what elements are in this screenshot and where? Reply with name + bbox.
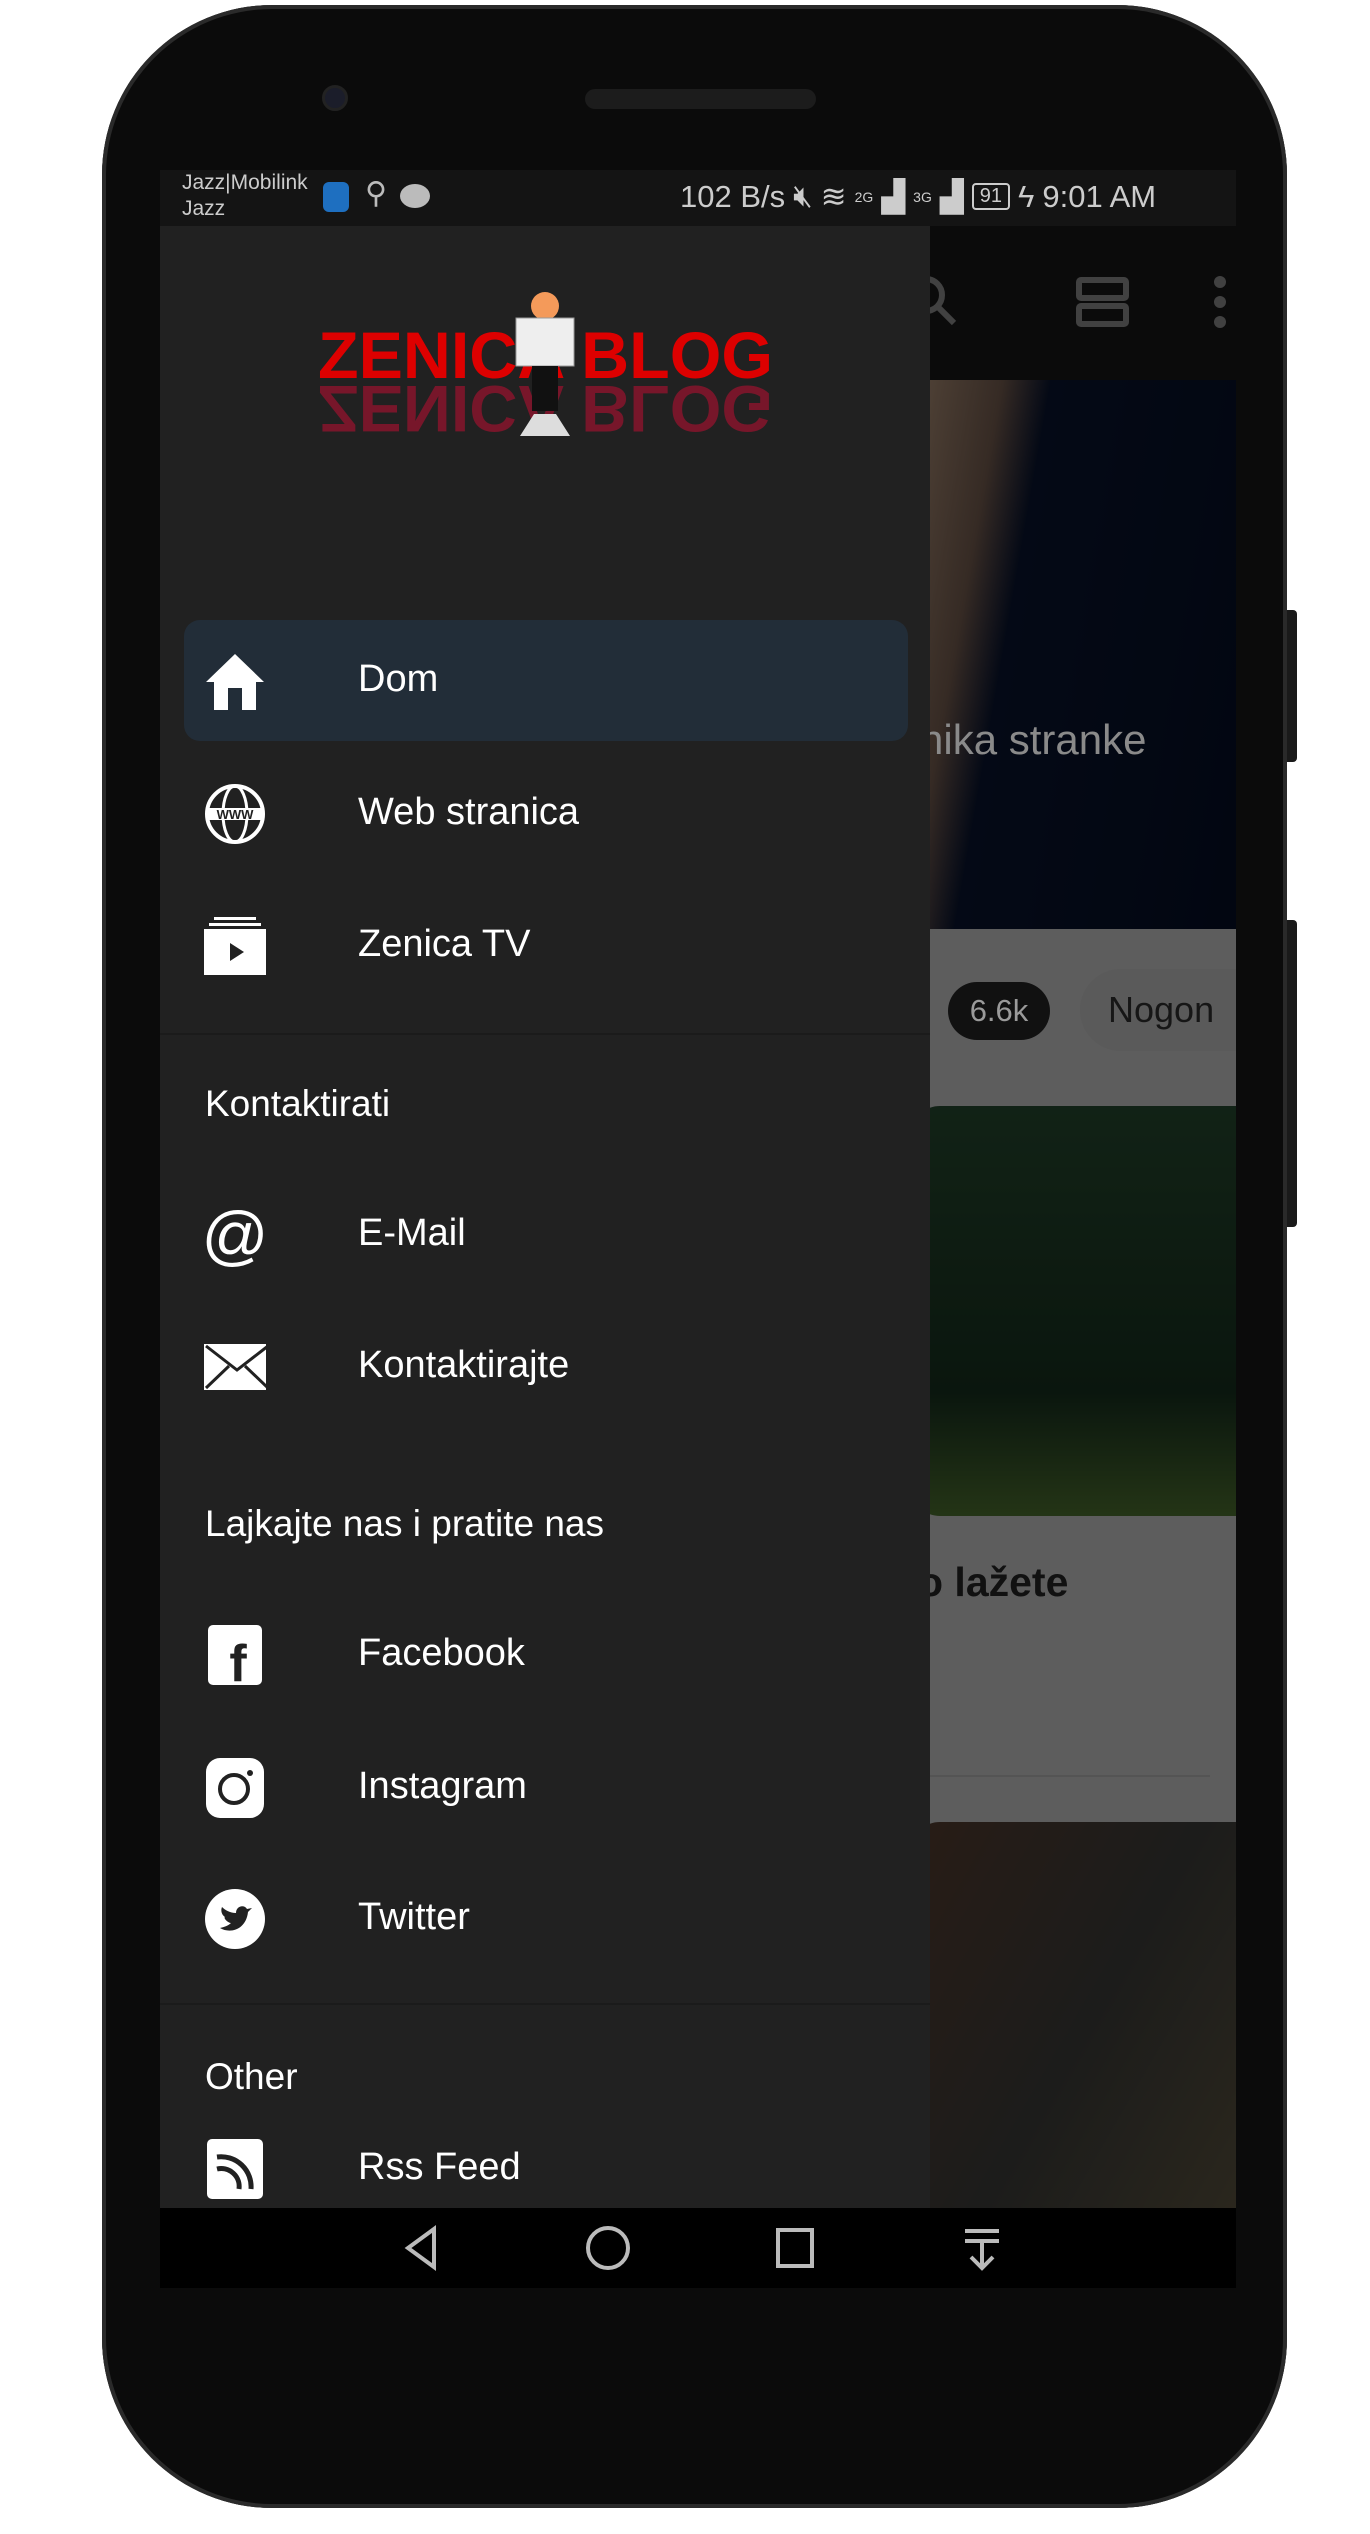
drawer-item-label: Rss Feed xyxy=(358,2146,521,2188)
signal-3g-label: 3G xyxy=(913,188,932,205)
recents-icon[interactable] xyxy=(770,2223,820,2273)
article-title[interactable]: o lažete xyxy=(930,1559,1068,1606)
navigation-drawer: ZENICA BLOG ZENICA BLOG Dom WWW Web stra… xyxy=(160,226,930,2208)
drawer-item-label: Zenica TV xyxy=(358,923,531,965)
rss-icon xyxy=(204,2138,266,2200)
drawer-item-label: Facebook xyxy=(358,1632,525,1674)
svg-text:f: f xyxy=(229,1635,247,1685)
twitter-icon xyxy=(204,1888,266,1950)
home-icon xyxy=(204,650,266,712)
clock: 9:01 AM xyxy=(1042,178,1157,214)
signal-2g-label: 2G xyxy=(854,188,874,205)
battery-level: 91 xyxy=(971,183,1010,210)
section-header-kontaktirati: Kontaktirati xyxy=(205,1083,391,1124)
screen: nika stranke 6.6k Nogon o lažete Jazz|Mo… xyxy=(160,170,1236,2288)
globe-www-icon: WWW xyxy=(204,783,266,845)
main-content: nika stranke 6.6k Nogon o lažete xyxy=(930,226,1236,2208)
drawer-item-twitter[interactable]: Twitter xyxy=(184,1858,908,1979)
count-chip[interactable]: 6.6k xyxy=(948,982,1050,1040)
drawer-item-label: Instagram xyxy=(358,1765,527,1807)
front-camera xyxy=(322,85,348,111)
envelope-icon xyxy=(204,1336,266,1398)
back-icon[interactable] xyxy=(396,2223,446,2273)
drawer-item-email[interactable]: @ E-Mail xyxy=(184,1174,908,1295)
status-bar: Jazz|Mobilink Jazz ⚲ 102 B/s 🔇︎ ≋ 2G ▟ 3G… xyxy=(160,170,1236,226)
chat-bubble-icon xyxy=(400,184,430,208)
drawer-item-instagram[interactable]: Instagram xyxy=(184,1727,908,1848)
drawer-item-facebook[interactable]: f Facebook xyxy=(184,1594,908,1715)
drawer-item-label: E-Mail xyxy=(358,1212,466,1254)
signal-icon: ▟ xyxy=(881,178,906,214)
wifi-icon: ≋ xyxy=(820,178,847,214)
usb-icon: ⚲ xyxy=(365,177,387,210)
category-chip[interactable]: Nogon xyxy=(1080,969,1236,1051)
drawer-item-dom[interactable]: Dom xyxy=(184,620,908,741)
facebook-icon: f xyxy=(204,1624,266,1686)
divider xyxy=(160,2003,930,2005)
divider xyxy=(160,1033,930,1035)
net-speed: 102 B/s xyxy=(680,178,786,214)
drawer-item-kontaktirajte[interactable]: Kontaktirajte xyxy=(184,1306,908,1427)
at-icon: @ xyxy=(201,1198,269,1272)
drawer-item-web-stranica[interactable]: WWW Web stranica xyxy=(184,753,908,874)
zenica-blog-logo: ZENICA BLOG ZENICA BLOG xyxy=(310,286,780,446)
drawer-item-label: Twitter xyxy=(358,1896,470,1938)
shield-icon xyxy=(323,182,349,212)
drawer-item-label: Dom xyxy=(358,658,439,700)
drawer-item-label: Kontaktirajte xyxy=(358,1344,570,1386)
carrier-2: Jazz xyxy=(182,197,226,220)
drawer-item-zenica-tv[interactable]: Zenica TV xyxy=(184,885,908,1006)
home-circle-icon[interactable] xyxy=(583,2223,633,2273)
charging-icon: ϟ xyxy=(1017,178,1035,214)
system-nav-bar xyxy=(160,2208,1236,2288)
volume-button xyxy=(1287,610,1297,762)
power-button xyxy=(1287,920,1297,1227)
section-header-social: Lajkajte nas i pratite nas xyxy=(205,1503,605,1544)
scrim[interactable] xyxy=(930,226,1236,2208)
pull-down-icon[interactable] xyxy=(957,2223,1007,2273)
svg-text:WWW: WWW xyxy=(217,807,255,822)
signal-icon: ▟ xyxy=(939,178,964,214)
drawer-item-label: Web stranica xyxy=(358,791,580,833)
earpiece-speaker xyxy=(585,89,816,109)
mute-icon: 🔇︎ xyxy=(793,178,813,213)
drawer-item-rss-feed[interactable]: Rss Feed xyxy=(184,2108,908,2208)
section-header-other: Other xyxy=(205,2056,298,2097)
hero-title: nika stranke xyxy=(930,716,1147,763)
carrier-1: Jazz|Mobilink xyxy=(182,171,308,194)
instagram-icon xyxy=(204,1757,266,1819)
video-play-icon xyxy=(204,915,266,977)
